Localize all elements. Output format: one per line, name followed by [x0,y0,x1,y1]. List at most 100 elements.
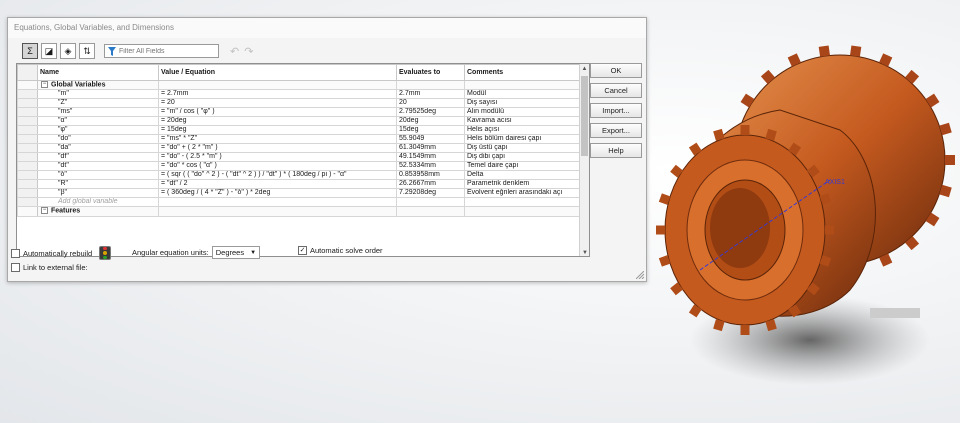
equation-cell[interactable]: = 20 [158,98,397,109]
evaluates-cell[interactable]: 0.853958mm [396,170,465,181]
evaluates-cell[interactable]: 20 [396,98,465,109]
equation-cell[interactable]: = "dt" / 2 [158,179,397,190]
equation-cell[interactable]: = "ms" * "Z" [158,134,397,145]
table-row[interactable]: "dt" = "do" * cos ( "α" ) 52.5334mm Temel d… [17,161,582,172]
equation-cell[interactable]: = ( 360deg / ( 4 * "Z" ) - "δ" ) * 2deg [158,188,397,199]
variable-name-cell[interactable]: "dt" [37,161,159,172]
angular-units-select[interactable]: Degrees ▼ [211,246,261,259]
add-variable-cell[interactable]: Add global variable [37,197,159,208]
traffic-light-icon[interactable] [99,246,112,260]
scroll-thumb[interactable] [581,76,588,156]
table-row[interactable]: "df" = "do" - ( 2.5 * "m" ) 49.1549mm Diş d… [17,152,582,163]
table-scrollbar[interactable]: ▲ ▼ [579,64,589,256]
comment-cell[interactable]: Kavrama acısı [464,116,582,127]
col-header-name[interactable]: Name [37,64,159,81]
variable-name-cell[interactable]: "da" [37,143,159,154]
auto-rebuild-checkbox[interactable] [11,248,20,258]
comment-cell[interactable]: Diş üstü çapı [464,143,582,154]
evaluates-cell[interactable]: 15deg [396,125,465,136]
comment-cell[interactable]: Temel daire çapı [464,161,582,172]
ordered-view-icon[interactable]: ⇅ [79,43,95,59]
gear-tooth [713,319,725,332]
table-row[interactable]: "ms" = "m" / cos ( "φ" ) 2.79525deg Alın mo… [17,107,582,118]
evaluates-cell[interactable]: 20deg [396,116,465,127]
equation-cell[interactable]: = 2.7mm [158,89,397,100]
auto-solve-checkbox[interactable]: ✓ [298,246,307,255]
export-button[interactable]: Export... [590,123,642,138]
comment-cell[interactable]: Helis açısı [464,125,582,136]
col-header-equation[interactable]: Value / Equation [158,64,397,81]
variable-name-cell[interactable]: "ms" [37,107,159,118]
add-variable-row[interactable]: Add global variable [17,197,582,208]
comment-cell[interactable]: Helis bölüm dairesi çapı [464,134,582,145]
variable-name-cell[interactable]: "df" [37,152,159,163]
evaluates-cell[interactable]: 7.29208deg [396,188,465,199]
variable-name-cell[interactable]: "β" [37,188,159,199]
rear-gear-tooth [879,53,893,67]
help-button[interactable]: Help [590,143,642,158]
evaluates-cell[interactable]: 61.3049mm [396,143,465,154]
comment-cell[interactable]: Evolvent eğrileri arasındaki açı [464,188,582,199]
variable-name-cell[interactable]: "δ" [37,170,159,181]
variable-name-cell[interactable]: "α" [37,116,159,127]
evaluates-cell[interactable]: 2.79525deg [396,107,465,118]
equation-cell[interactable]: = "do" - ( 2.5 * "m" ) [158,152,397,163]
filter-input[interactable] [119,47,215,55]
sketch-view-icon[interactable]: ◪ [41,43,57,59]
evaluates-cell[interactable]: 49.1549mm [396,152,465,163]
col-header-comments[interactable]: Comments [464,64,582,81]
ok-button[interactable]: OK [590,63,642,78]
gear-tooth [658,193,671,205]
col-header-evaluates[interactable]: Evaluates to [396,64,465,81]
variable-name-cell[interactable]: "Z" [37,98,159,109]
variable-name-cell[interactable]: "φ" [37,125,159,136]
cancel-button[interactable]: Cancel [590,83,642,98]
import-button[interactable]: Import... [590,103,642,118]
table-row[interactable]: "α" = 20deg 20deg Kavrama acısı [17,116,582,127]
evaluates-cell[interactable]: 26.2667mm [396,179,465,190]
section-features[interactable]: − Features [17,206,582,217]
variable-name-cell[interactable]: "R" [37,179,159,190]
table-row[interactable]: "β" = ( 360deg / ( 4 * "Z" ) - "δ" ) * 2d… [17,188,582,199]
evaluates-cell[interactable]: 52.5334mm [396,161,465,172]
table-row[interactable]: "δ" = ( sqr ( ( "do" ^ 2 ) - ( "dt" ^ 2 )… [17,170,582,181]
comment-cell[interactable]: Parametrik denklem [464,179,582,190]
table-row[interactable]: "φ" = 15deg 15deg Helis açısı [17,125,582,136]
equation-cell[interactable]: = 20deg [158,116,397,127]
evaluates-cell[interactable]: 55.9049 [396,134,465,145]
redo-icon[interactable]: ↷ [244,45,253,58]
undo-icon[interactable]: ↶ [230,45,239,58]
table-row[interactable]: "do" = "ms" * "Z" 55.9049 Helis bölüm daire… [17,134,582,145]
scroll-up-icon[interactable]: ▲ [580,64,589,74]
equation-cell[interactable]: = ( sqr ( ( "do" ^ 2 ) - ( "dt" ^ 2 ) ) … [158,170,397,181]
equation-cell[interactable]: = "m" / cos ( "φ" ) [158,107,397,118]
comment-cell[interactable]: Alın modülü [464,107,582,118]
gear-tooth [658,255,671,267]
resize-grip-icon[interactable] [636,271,644,279]
table-row[interactable]: "da" = "do" + ( 2 * "m" ) 61.3049mm Diş üst… [17,143,582,154]
variable-name-cell[interactable]: "m" [37,89,159,100]
rear-gear-tooth [925,93,940,108]
collapse-icon[interactable]: − [41,207,48,215]
comment-cell[interactable]: Modül [464,89,582,100]
row-header [17,107,38,118]
equation-cell[interactable]: = "do" + ( 2 * "m" ) [158,143,397,154]
table-row[interactable]: "Z" = 20 20 Diş sayısı [17,98,582,109]
equation-cell[interactable]: = "do" * cos ( "α" ) [158,161,397,172]
variable-name-cell[interactable]: "do" [37,134,159,145]
row-header-corner [17,64,38,81]
evaluates-cell[interactable]: 2.7mm [396,89,465,100]
section-global-variables[interactable]: − Global Variables [17,79,582,91]
comment-cell[interactable]: Diş dibi çapı [464,152,582,163]
comment-cell[interactable]: Diş sayısı [464,98,582,109]
filter-field[interactable] [104,44,219,58]
equation-cell[interactable]: = 15deg [158,125,397,136]
comment-cell[interactable]: Delta [464,170,582,181]
table-row[interactable]: "R" = "dt" / 2 26.2667mm Parametrik denklem [17,179,582,190]
link-external-checkbox[interactable] [11,263,20,272]
collapse-icon[interactable]: − [41,81,48,88]
equation-view-icon[interactable]: Σ [22,43,38,59]
table-row[interactable]: "m" = 2.7mm 2.7mm Modül [17,89,582,100]
gear-model[interactable]: AXIS1 [640,40,960,400]
dimension-view-icon[interactable]: ◈ [60,43,76,59]
